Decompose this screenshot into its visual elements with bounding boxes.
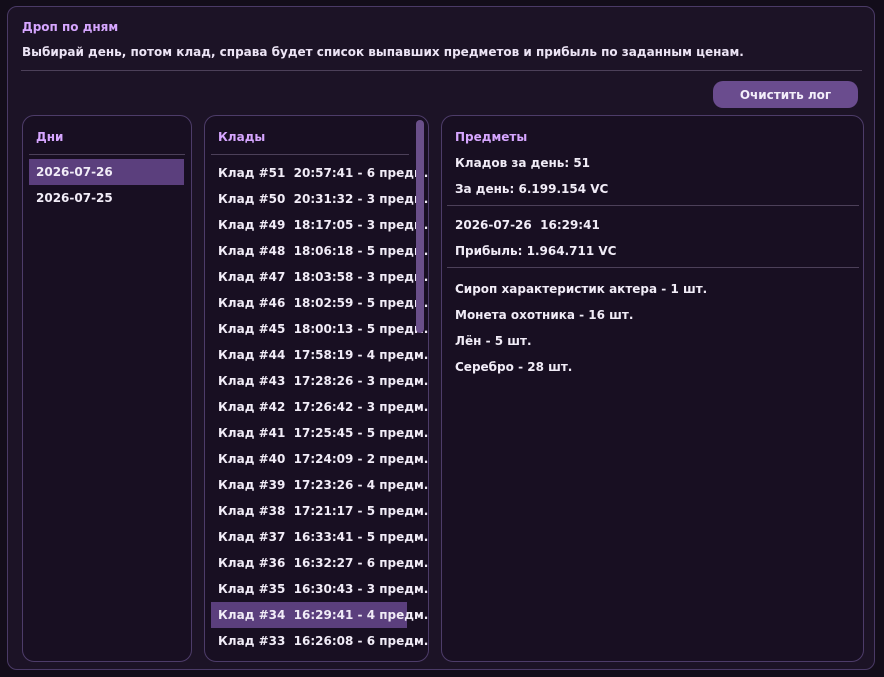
drops-scrollbar[interactable]	[416, 120, 424, 333]
clear-log-button[interactable]: Очистить лог	[713, 81, 858, 108]
drop-item[interactable]: Клад #46 18:02:59 - 5 предм.	[211, 290, 428, 316]
drop-item[interactable]: Клад #41 17:25:45 - 5 предм.	[211, 420, 428, 446]
drop-time: 2026-07-26 16:29:41	[455, 218, 600, 232]
loot-item: Серебро - 28 шт.	[455, 360, 573, 374]
drop-item[interactable]: Клад #37 16:33:41 - 5 предм.	[211, 524, 428, 550]
drops-by-day-window: Дроп по дням Выбирай день, потом клад, с…	[7, 6, 875, 670]
day-item[interactable]: 2026-07-25	[29, 185, 184, 211]
days-panel: Дни 2026-07-26 2026-07-25	[22, 115, 192, 662]
drop-item[interactable]: Клад #49 18:17:05 - 3 предм.	[211, 212, 428, 238]
header-divider	[21, 70, 862, 71]
day-drop-count: Кладов за день: 51	[455, 156, 591, 170]
loot-list: Сироп характеристик актера - 1 шт. Монета…	[455, 276, 707, 380]
drop-item[interactable]: Клад #35 16:30:43 - 3 предм.	[211, 576, 428, 602]
loot-item: Монета охотника - 16 шт.	[455, 308, 634, 322]
drop-item[interactable]: Клад #44 17:58:19 - 4 предм.	[211, 342, 428, 368]
drop-item[interactable]: Клад #34 16:29:41 - 4 предм.	[211, 602, 428, 628]
days-divider	[29, 154, 185, 155]
loot-item: Сироп характеристик актера - 1 шт.	[455, 282, 708, 296]
drop-item[interactable]: Клад #43 17:28:26 - 3 предм.	[211, 368, 428, 394]
day-item[interactable]: 2026-07-26	[29, 159, 184, 185]
drops-list: Клад #51 20:57:41 - 6 предм. Клад #50 20:…	[211, 160, 428, 654]
items-divider-2	[447, 267, 859, 268]
days-list: 2026-07-26 2026-07-25	[29, 159, 184, 211]
drop-item[interactable]: Клад #36 16:32:27 - 6 предм.	[211, 550, 428, 576]
drop-item[interactable]: Клад #38 17:21:17 - 5 предм.	[211, 498, 428, 524]
items-header: Предметы	[455, 130, 528, 144]
drop-profit: Прибыль: 1.964.711 VC	[455, 244, 617, 258]
drop-item[interactable]: Клад #45 18:00:13 - 5 предм.	[211, 316, 428, 342]
loot-item: Лён - 5 шт.	[455, 334, 532, 348]
window-title: Дроп по дням	[22, 20, 119, 34]
items-divider-1	[447, 205, 859, 206]
drop-item[interactable]: Клад #39 17:23:26 - 4 предм.	[211, 472, 428, 498]
drops-header: Клады	[218, 130, 266, 144]
window-subtitle: Выбирай день, потом клад, справа будет с…	[22, 45, 744, 59]
drop-item[interactable]: Клад #40 17:24:09 - 2 предм.	[211, 446, 428, 472]
drop-item[interactable]: Клад #42 17:26:42 - 3 предм.	[211, 394, 428, 420]
drop-item[interactable]: Клад #51 20:57:41 - 6 предм.	[211, 160, 428, 186]
drop-item[interactable]: Клад #48 18:06:18 - 5 предм.	[211, 238, 428, 264]
drops-panel: Клады Клад #51 20:57:41 - 6 предм. Клад #…	[204, 115, 429, 662]
drop-item[interactable]: Клад #50 20:31:32 - 3 предм.	[211, 186, 428, 212]
days-header: Дни	[36, 130, 64, 144]
day-total: За день: 6.199.154 VC	[455, 182, 609, 196]
drops-divider	[211, 154, 409, 155]
drop-item[interactable]: Клад #47 18:03:58 - 3 предм.	[211, 264, 428, 290]
drop-item[interactable]: Клад #33 16:26:08 - 6 предм.	[211, 628, 428, 654]
items-panel: Предметы Кладов за день: 51 За день: 6.1…	[441, 115, 864, 662]
